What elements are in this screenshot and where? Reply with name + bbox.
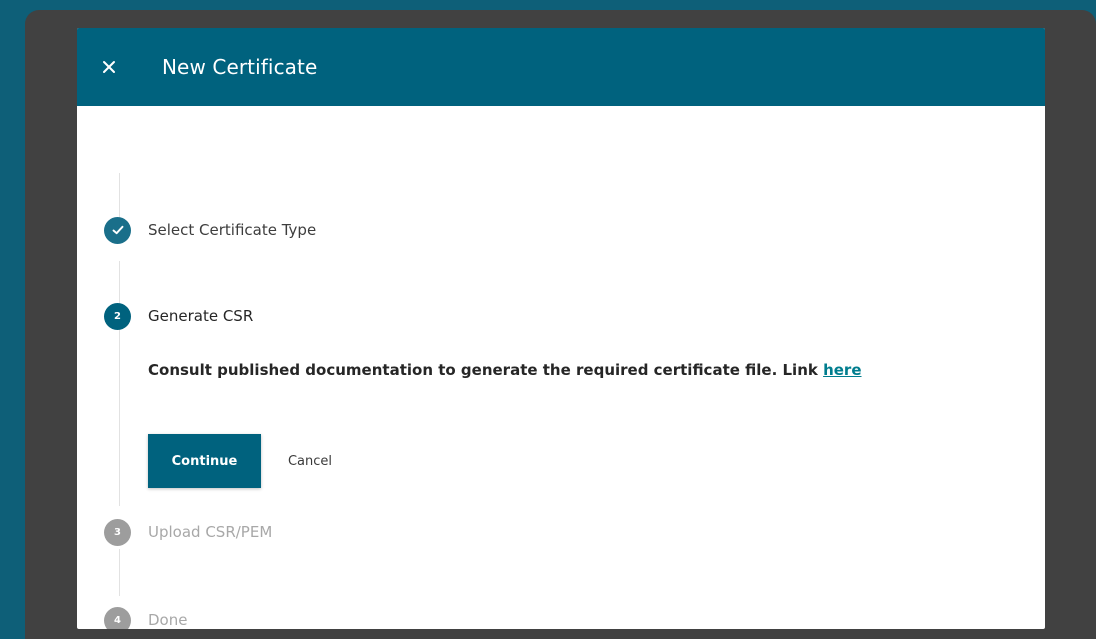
step-label: Select Certificate Type: [148, 221, 317, 239]
step-select-certificate-type: Select Certificate Type: [104, 216, 316, 244]
step-done: 4 Done: [104, 606, 187, 629]
step-description: Consult published documentation to gener…: [148, 361, 862, 379]
step-label: Done: [148, 611, 188, 629]
dialog-title: New Certificate: [162, 55, 318, 79]
check-icon-glyph: [112, 225, 123, 235]
documentation-link[interactable]: here: [823, 361, 861, 379]
step-generate-csr: 2 Generate CSR: [104, 302, 253, 330]
description-text: Consult published documentation to gener…: [148, 361, 824, 379]
step-upload-csr-pem: 3 Upload CSR/PEM: [104, 518, 272, 546]
new-certificate-dialog: New Certificate Select Certificate Type …: [77, 28, 1045, 629]
continue-button[interactable]: Continue: [148, 434, 261, 488]
close-icon[interactable]: [98, 56, 120, 78]
step-connector-1: [119, 173, 120, 220]
step-number-badge: 2: [104, 302, 131, 330]
step-connector-2: [119, 261, 120, 506]
step-number-badge: 4: [104, 606, 131, 629]
dialog-header: New Certificate: [77, 28, 1045, 106]
step-number-badge: 3: [104, 518, 131, 546]
close-icon-glyph: [103, 61, 115, 73]
step-label: Generate CSR: [148, 307, 254, 325]
step-label: Upload CSR/PEM: [148, 523, 273, 541]
cancel-button[interactable]: Cancel: [273, 434, 347, 488]
check-icon: [104, 216, 131, 244]
step-connector-3: [119, 549, 120, 596]
